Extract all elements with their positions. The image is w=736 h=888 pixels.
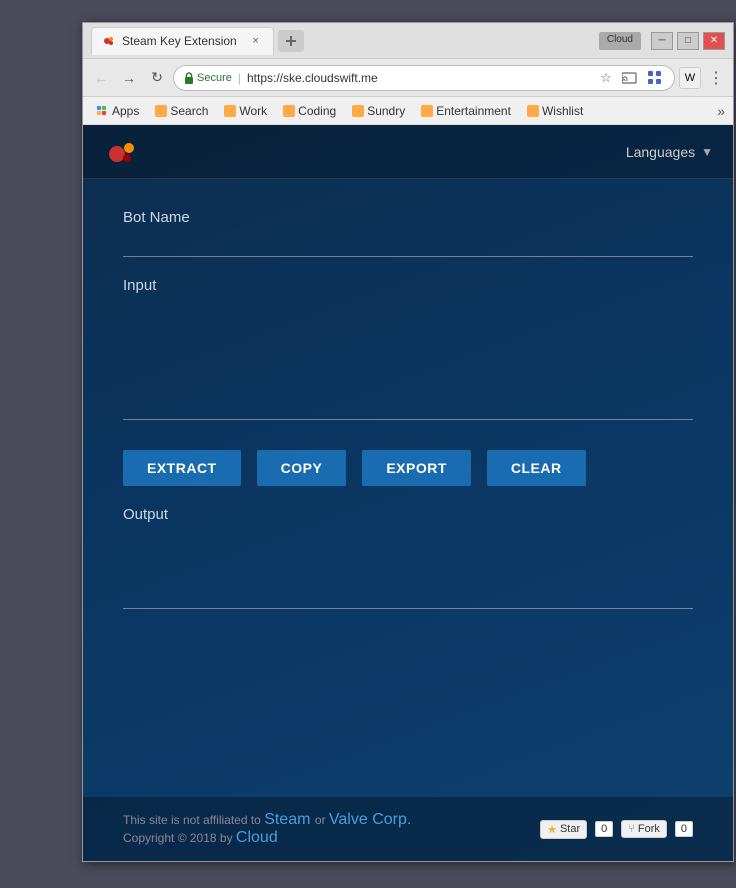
bookmark-coding-label: Coding	[298, 104, 336, 118]
languages-label: Languages	[626, 144, 695, 160]
nav-extra-icons: W ⋮	[679, 67, 727, 89]
bot-name-label: Bot Name	[123, 209, 693, 226]
minimize-button[interactable]: ─	[651, 32, 673, 50]
bookmark-work-icon	[224, 105, 236, 117]
bookmark-entertainment-icon	[421, 105, 433, 117]
dropdown-arrow-icon: ▼	[701, 145, 713, 159]
fork-icon: ⑂	[628, 823, 635, 835]
output-textarea[interactable]	[123, 529, 693, 609]
bookmark-sundry-icon	[352, 105, 364, 117]
fork-badge[interactable]: ⑂ Fork	[621, 820, 667, 838]
browser-menu-button[interactable]: ⋮	[705, 67, 727, 89]
bookmark-entertainment-label: Entertainment	[436, 104, 511, 118]
close-button[interactable]: ✕	[703, 32, 725, 50]
url-display: https://ske.cloudswift.me	[247, 71, 378, 85]
main-area: Bot Name Input EXTRACT COPY EXPORT CLEAR…	[83, 179, 733, 797]
page-content: Languages ▼ Bot Name Input EXTRACT COPY …	[83, 125, 733, 861]
star-label: Star	[560, 823, 580, 835]
extension-icon[interactable]	[644, 68, 664, 88]
output-label: Output	[123, 506, 693, 523]
navigation-bar: ← → ↻ Secure | https://ske.cloudswift.me…	[83, 59, 733, 97]
bookmark-coding[interactable]: Coding	[277, 102, 342, 120]
maximize-button[interactable]: □	[677, 32, 699, 50]
cast-icon[interactable]	[620, 68, 640, 88]
new-tab-icon	[286, 36, 296, 46]
bot-name-input[interactable]	[123, 232, 693, 257]
bookmark-search[interactable]: Search	[149, 102, 214, 120]
bookmark-entertainment[interactable]: Entertainment	[415, 102, 517, 120]
lock-icon	[184, 72, 194, 84]
bookmark-coding-icon	[283, 105, 295, 117]
bookmark-apps-label: Apps	[112, 104, 139, 118]
window-controls: Cloud ─ □ ✕	[599, 32, 725, 50]
copy-button[interactable]: COPY	[257, 450, 347, 486]
bookmark-work[interactable]: Work	[218, 102, 273, 120]
bookmark-search-icon	[155, 105, 167, 117]
copyright-text: Copyright © 2018 by	[123, 831, 236, 845]
app-header: Languages ▼	[83, 125, 733, 179]
new-tab-button[interactable]	[278, 30, 304, 52]
active-tab[interactable]: Steam Key Extension ×	[91, 27, 274, 55]
bookmark-search-label: Search	[170, 104, 208, 118]
refresh-button[interactable]: ↻	[145, 66, 169, 90]
star-count: 0	[595, 821, 613, 837]
bookmarks-bar: Apps Search Work Coding Sundry Entertain…	[83, 97, 733, 125]
footer-disclaimer: This site is not affiliated to Steam or …	[123, 811, 411, 847]
tab-close-button[interactable]: ×	[249, 34, 263, 48]
disclaimer-text: This site is not affiliated to	[123, 813, 264, 827]
page-footer: This site is not affiliated to Steam or …	[83, 797, 733, 861]
action-buttons-row: EXTRACT COPY EXPORT CLEAR	[123, 450, 693, 486]
url-separator: |	[238, 71, 241, 85]
address-bar[interactable]: Secure | https://ske.cloudswift.me ☆	[173, 65, 675, 91]
bookmark-work-label: Work	[239, 104, 267, 118]
input-label: Input	[123, 277, 693, 294]
bookmark-wishlist-icon	[527, 105, 539, 117]
back-button[interactable]: ←	[89, 66, 113, 90]
title-bar: Steam Key Extension × Cloud ─ □ ✕	[83, 23, 733, 59]
bookmark-wishlist[interactable]: Wishlist	[521, 102, 589, 120]
bot-name-section: Bot Name	[123, 209, 693, 257]
tab-title: Steam Key Extension	[122, 34, 237, 48]
bookmarks-more-button[interactable]: »	[717, 103, 725, 119]
star-icon: ★	[547, 823, 557, 836]
tab-favicon-icon	[102, 34, 116, 48]
input-textarea[interactable]	[123, 300, 693, 420]
output-section: Output	[123, 506, 693, 777]
secure-badge: Secure	[184, 72, 232, 84]
github-badges: ★ Star 0 ⑂ Fork 0	[540, 820, 693, 839]
star-badge[interactable]: ★ Star	[540, 820, 587, 839]
or-text: or	[315, 813, 329, 827]
bookmark-apps[interactable]: Apps	[91, 102, 145, 120]
cloud-badge: Cloud	[599, 32, 641, 50]
clear-button[interactable]: CLEAR	[487, 450, 586, 486]
bookmark-sundry[interactable]: Sundry	[346, 102, 411, 120]
fork-label: Fork	[638, 823, 660, 835]
ext-svg-icon	[647, 70, 662, 85]
input-section: Input	[123, 277, 693, 420]
address-bar-icons: ☆	[596, 68, 664, 88]
export-button[interactable]: EXPORT	[362, 450, 471, 486]
cast-svg-icon	[622, 71, 638, 85]
extract-button[interactable]: EXTRACT	[123, 450, 241, 486]
word-extension-icon[interactable]: W	[679, 67, 701, 89]
browser-window: Steam Key Extension × Cloud ─ □ ✕ ← → ↻	[82, 22, 734, 862]
forward-button[interactable]: →	[117, 66, 141, 90]
steam-link[interactable]: Steam	[264, 811, 310, 828]
cloud-link[interactable]: Cloud	[236, 829, 278, 846]
bookmark-star-icon[interactable]: ☆	[596, 68, 616, 88]
bookmark-wishlist-label: Wishlist	[542, 104, 583, 118]
bookmark-sundry-label: Sundry	[367, 104, 405, 118]
fork-count: 0	[675, 821, 693, 837]
valve-link[interactable]: Valve Corp.	[329, 811, 411, 828]
languages-dropdown[interactable]: Languages ▼	[626, 144, 713, 160]
apps-grid-icon	[97, 106, 109, 116]
app-logo-icon	[103, 134, 139, 170]
